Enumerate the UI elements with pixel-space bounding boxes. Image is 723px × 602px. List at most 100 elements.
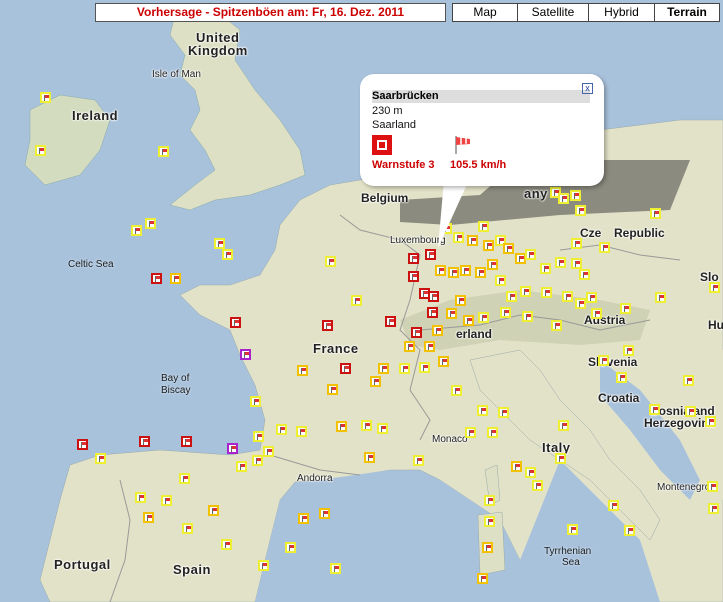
station-marker-icon[interactable]: [77, 439, 88, 450]
station-marker-icon[interactable]: [484, 495, 495, 506]
station-marker-icon[interactable]: [460, 265, 471, 276]
station-marker-icon[interactable]: [145, 218, 156, 229]
station-marker-icon[interactable]: [650, 208, 661, 219]
station-marker-icon[interactable]: [370, 376, 381, 387]
station-marker-icon[interactable]: [511, 461, 522, 472]
station-marker-icon[interactable]: [520, 286, 531, 297]
station-marker-icon[interactable]: [506, 291, 517, 302]
station-marker-icon[interactable]: [222, 249, 233, 260]
station-marker-icon[interactable]: [424, 341, 435, 352]
station-marker-icon[interactable]: [208, 505, 219, 516]
station-marker-icon[interactable]: [558, 193, 569, 204]
station-marker-icon[interactable]: [385, 316, 396, 327]
station-marker-icon[interactable]: [522, 311, 533, 322]
station-marker-icon[interactable]: [599, 242, 610, 253]
station-marker-icon[interactable]: [709, 282, 720, 293]
station-marker-icon[interactable]: [236, 461, 247, 472]
station-marker-icon[interactable]: [482, 542, 493, 553]
station-marker-icon[interactable]: [327, 384, 338, 395]
station-marker-icon[interactable]: [35, 145, 46, 156]
station-marker-icon[interactable]: [591, 308, 602, 319]
station-marker-icon[interactable]: [413, 455, 424, 466]
station-marker-icon[interactable]: [478, 312, 489, 323]
station-marker-icon[interactable]: [161, 495, 172, 506]
station-marker-icon[interactable]: [351, 295, 362, 306]
station-marker-icon[interactable]: [263, 446, 274, 457]
station-marker-icon[interactable]: [230, 317, 241, 328]
station-marker-icon[interactable]: [131, 225, 142, 236]
station-marker-icon[interactable]: [276, 424, 287, 435]
station-marker-icon[interactable]: [425, 249, 436, 260]
station-marker-icon[interactable]: [319, 508, 330, 519]
station-marker-icon[interactable]: [555, 453, 566, 464]
station-marker-icon[interactable]: [558, 420, 569, 431]
station-marker-icon[interactable]: [541, 287, 552, 298]
station-marker-icon[interactable]: [250, 396, 261, 407]
station-marker-icon[interactable]: [296, 426, 307, 437]
station-marker-icon[interactable]: [336, 421, 347, 432]
station-marker-icon[interactable]: [475, 267, 486, 278]
station-marker-icon[interactable]: [252, 455, 263, 466]
station-marker-icon[interactable]: [608, 500, 619, 511]
station-marker-icon[interactable]: [598, 355, 609, 366]
station-marker-icon[interactable]: [227, 443, 238, 454]
station-marker-icon[interactable]: [221, 539, 232, 550]
station-marker-icon[interactable]: [179, 473, 190, 484]
station-marker-icon[interactable]: [408, 253, 419, 264]
station-marker-icon[interactable]: [214, 238, 225, 249]
station-marker-icon[interactable]: [551, 320, 562, 331]
station-marker-icon[interactable]: [705, 416, 716, 427]
station-marker-icon[interactable]: [500, 307, 511, 318]
station-marker-icon[interactable]: [258, 560, 269, 571]
station-marker-icon[interactable]: [340, 363, 351, 374]
station-marker-icon[interactable]: [555, 257, 566, 268]
station-marker-icon[interactable]: [427, 307, 438, 318]
station-marker-icon[interactable]: [623, 345, 634, 356]
station-marker-icon[interactable]: [181, 436, 192, 447]
station-marker-icon[interactable]: [182, 523, 193, 534]
station-marker-icon[interactable]: [483, 240, 494, 251]
station-marker-icon[interactable]: [571, 238, 582, 249]
station-marker-icon[interactable]: [484, 516, 495, 527]
station-marker-icon[interactable]: [411, 327, 422, 338]
station-marker-icon[interactable]: [685, 406, 696, 417]
station-marker-icon[interactable]: [364, 452, 375, 463]
station-marker-icon[interactable]: [378, 363, 389, 374]
station-marker-icon[interactable]: [455, 295, 466, 306]
station-marker-icon[interactable]: [707, 481, 718, 492]
station-marker-icon[interactable]: [151, 273, 162, 284]
station-marker-icon[interactable]: [477, 573, 488, 584]
station-marker-icon[interactable]: [649, 404, 660, 415]
station-marker-icon[interactable]: [579, 269, 590, 280]
station-marker-icon[interactable]: [285, 542, 296, 553]
station-marker-icon[interactable]: [438, 356, 449, 367]
map-type-hybrid-button[interactable]: Hybrid: [588, 3, 655, 22]
station-marker-icon[interactable]: [620, 303, 631, 314]
station-marker-icon[interactable]: [487, 259, 498, 270]
station-marker-icon[interactable]: [503, 243, 514, 254]
station-marker-icon[interactable]: [325, 256, 336, 267]
station-marker-icon[interactable]: [477, 405, 488, 416]
station-marker-icon[interactable]: [432, 325, 443, 336]
station-marker-icon[interactable]: [525, 467, 536, 478]
station-marker-icon[interactable]: [575, 298, 586, 309]
station-marker-icon[interactable]: [586, 292, 597, 303]
station-marker-icon[interactable]: [399, 363, 410, 374]
station-marker-icon[interactable]: [708, 503, 719, 514]
station-marker-icon[interactable]: [298, 513, 309, 524]
station-marker-icon[interactable]: [135, 492, 146, 503]
station-marker-icon[interactable]: [532, 480, 543, 491]
station-marker-icon[interactable]: [158, 146, 169, 157]
popup-close-icon[interactable]: x: [582, 83, 593, 94]
station-marker-icon[interactable]: [330, 563, 341, 574]
station-marker-icon[interactable]: [143, 512, 154, 523]
station-marker-icon[interactable]: [451, 385, 462, 396]
station-marker-icon[interactable]: [571, 258, 582, 269]
station-marker-icon[interactable]: [322, 320, 333, 331]
station-marker-icon[interactable]: [404, 341, 415, 352]
station-marker-icon[interactable]: [446, 308, 457, 319]
station-marker-icon[interactable]: [616, 372, 627, 383]
station-marker-icon[interactable]: [498, 407, 509, 418]
station-marker-icon[interactable]: [487, 427, 498, 438]
station-marker-icon[interactable]: [40, 92, 51, 103]
